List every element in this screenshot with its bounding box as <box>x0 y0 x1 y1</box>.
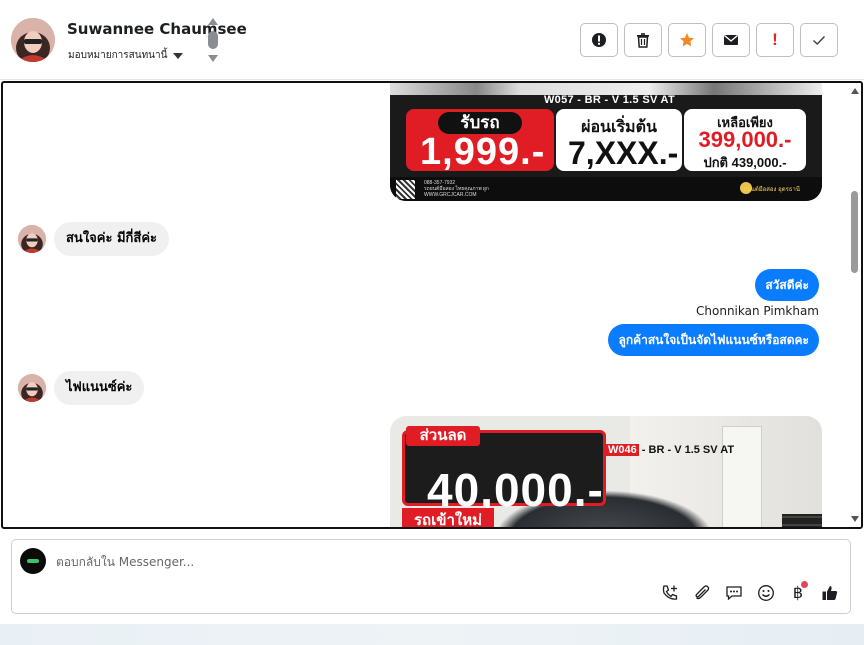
attach-button[interactable] <box>692 582 712 604</box>
star-icon <box>680 33 694 47</box>
assign-dropdown[interactable]: มอบหมายการสนทนานี้ <box>68 48 184 63</box>
model-code: W046 <box>606 444 639 456</box>
spam-icon <box>592 33 606 47</box>
inbox-app: Suwannee Chaumsee มอบหมายการสนทนานี้ ! W… <box>0 0 864 645</box>
message-bubble-outgoing[interactable]: ลูกค้าสนใจเป็นจัดไฟแนนซ์หรือสดคะ <box>608 324 819 356</box>
scroll-up-icon[interactable] <box>851 88 859 94</box>
assign-label: มอบหมายการสนทนานี้ <box>68 50 168 61</box>
composer-actions: ฿ <box>660 581 840 604</box>
stepper-knob[interactable] <box>208 31 218 49</box>
conversation-stepper[interactable] <box>207 18 219 64</box>
reply-input[interactable] <box>56 552 656 572</box>
price-box: เหลือเพียง 399,000.- ปกติ 439,000.- <box>684 109 806 171</box>
mark-important-button[interactable]: ! <box>756 23 794 57</box>
check-icon <box>812 35 826 46</box>
mark-done-button[interactable] <box>800 23 838 57</box>
qr-code-icon <box>396 180 415 199</box>
promo-footer: 088-357-7932 รถยนต์มือสอง ไทยคุณภาพ ผูก … <box>390 177 822 201</box>
saved-replies-icon <box>726 586 742 601</box>
promo-contacts: 088-357-7932 รถยนต์มือสอง ไทยคุณภาพ ผูก … <box>424 180 489 198</box>
scroll-down-icon[interactable] <box>851 516 859 522</box>
pickup-price: 1,999.- <box>420 131 546 173</box>
message-bubble-incoming[interactable]: สนใจค่ะ มีกี่สีค่ะ <box>54 222 170 256</box>
mail-icon <box>724 34 738 45</box>
chevron-down-icon <box>173 52 184 59</box>
showroom-door <box>722 426 762 527</box>
image-attachment-promo-1[interactable]: W057 - BR - V 1.5 SV AT รับรถ 1,999.- ผ่… <box>390 83 822 201</box>
important-icon: ! <box>772 30 778 49</box>
promo-model: W057 - BR - V 1.5 SV AT <box>544 94 675 106</box>
conversation-header: Suwannee Chaumsee มอบหมายการสนทนานี้ ! <box>0 0 864 80</box>
phone-add-icon <box>662 585 678 600</box>
window-bottom-strip <box>0 624 864 645</box>
payment-button[interactable]: ฿ <box>788 581 808 604</box>
call-button[interactable] <box>660 582 680 604</box>
like-button[interactable] <box>820 582 840 604</box>
reply-composer: ฿ <box>11 539 851 614</box>
delete-button[interactable] <box>624 23 662 57</box>
mark-spam-button[interactable] <box>580 23 618 57</box>
model-name: - BR - V 1.5 SV AT <box>638 444 735 456</box>
message-thread[interactable]: W057 - BR - V 1.5 SV AT รับรถ 1,999.- ผ่… <box>1 81 863 529</box>
mark-unread-button[interactable] <box>712 23 750 57</box>
normal-price: ปกติ 439,000.- <box>703 155 787 170</box>
message-bubble-incoming[interactable]: ไฟแนนซ์ค่ะ <box>54 371 145 405</box>
emoji-icon <box>758 585 774 601</box>
page-avatar <box>20 548 46 574</box>
contact-line: WWW.GRCJCAR.COM <box>424 192 477 198</box>
image-attachment-promo-2[interactable]: 40,000.- ส่วนลด W046 - BR - V 1.5 SV AT … <box>390 416 822 527</box>
discount-label: ส่วนลด <box>406 426 480 446</box>
installment-box: ผ่อนเริ่มต้น 7,XXX.- <box>556 109 682 171</box>
saved-replies-button[interactable] <box>724 582 744 604</box>
contact-name[interactable]: Suwannee Chaumsee <box>67 20 247 38</box>
arrow-up-icon[interactable] <box>208 18 218 25</box>
attach-icon <box>695 585 710 600</box>
tire-stack <box>782 514 822 527</box>
star-button[interactable] <box>668 23 706 57</box>
message-bubble-outgoing[interactable]: สวัสดีค่ะ <box>755 269 819 301</box>
brand-name: รถยนต์มือสอง อุดรธานี <box>740 187 800 193</box>
header-toolbar: ! <box>580 23 838 57</box>
sale-price: 399,000.- <box>698 127 792 152</box>
trash-icon <box>637 33 649 48</box>
scroll-thumb[interactable] <box>851 191 858 273</box>
sender-name: Chonnikan Pimkham <box>696 304 819 318</box>
emoji-button[interactable] <box>756 582 776 604</box>
thread-scrollbar[interactable] <box>848 83 861 527</box>
like-icon <box>822 586 838 600</box>
installment-price: 7,XXX.- <box>568 135 679 171</box>
contact-avatar[interactable] <box>11 18 55 62</box>
pickup-box: รับรถ 1,999.- <box>406 109 554 173</box>
car-photo-strip <box>390 83 822 95</box>
notification-dot <box>801 581 808 588</box>
promo-model-2: W046 - BR - V 1.5 SV AT <box>606 444 734 456</box>
contact-avatar-small <box>18 374 46 402</box>
contact-avatar-small <box>18 225 46 253</box>
arrow-down-icon[interactable] <box>208 55 218 62</box>
new-car-label: รถเข้าใหม่ <box>402 508 494 527</box>
